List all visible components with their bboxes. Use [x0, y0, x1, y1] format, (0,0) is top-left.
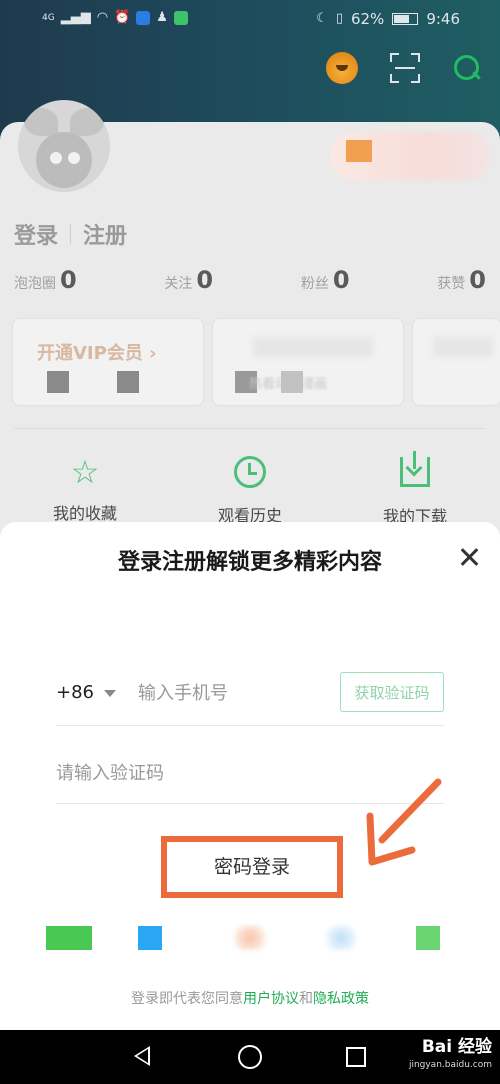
shield-app-icon: [136, 11, 151, 25]
promo-card-partial[interactable]: [412, 318, 500, 406]
quick-label: 我的收藏: [52, 504, 117, 523]
star-icon: ☆: [70, 453, 100, 491]
privacy-policy-link[interactable]: 隐私政策: [313, 991, 369, 1007]
promo-card-title-blurred: [433, 337, 493, 357]
header-actions: [326, 52, 482, 84]
agreement-prefix: 登录即代表您同意: [131, 991, 243, 1007]
social-login-row: [0, 926, 500, 956]
clock-time: 9:46: [426, 10, 460, 28]
promo-card[interactable]: 热看动画漫画: [212, 318, 404, 406]
verification-code-input[interactable]: [56, 758, 356, 788]
battery-icon: [392, 13, 419, 25]
vibrate-icon: ▯: [335, 11, 343, 26]
stat-label: 粉丝: [300, 276, 329, 292]
system-nav-bar: Bai 经验 jingyan.baidu.com: [0, 1030, 500, 1084]
signal-bars-icon: ▂▄▆: [60, 10, 91, 25]
clock-icon: [232, 456, 268, 492]
login-register-links: 登录 注册: [14, 218, 127, 250]
back-icon[interactable]: [134, 1046, 150, 1066]
stat-likes[interactable]: 获赞 0: [437, 266, 486, 294]
vip-card-title: 开通VIP会员 ›: [37, 343, 157, 364]
qq-login-icon[interactable]: [138, 926, 162, 950]
mascot-avatar-icon[interactable]: [326, 52, 358, 84]
qq-icon: ♟: [156, 10, 168, 25]
other-login-icon[interactable]: [416, 926, 440, 950]
weibo-login-icon[interactable]: [232, 926, 268, 950]
baidu-login-icon[interactable]: [324, 926, 358, 950]
status-bar: 4G ▂▄▆ ◠ ⏰ ♟ ☾ ▯ 62% 9:46: [0, 0, 500, 38]
stats-row: 泡泡圈 0 关注 0 粉丝 0 获赞 0: [14, 266, 486, 294]
promo-card-icon: [281, 371, 303, 393]
stat-fans[interactable]: 粉丝 0: [301, 266, 350, 294]
home-icon[interactable]: [238, 1045, 262, 1069]
quick-history[interactable]: 观看历史: [190, 454, 310, 526]
agreement-and: 和: [299, 991, 313, 1007]
login-sheet: 登录注册解锁更多精彩内容 +86 获取验证码 密码登录 登录即代表您同意用户协议…: [0, 522, 500, 1030]
stat-label: 泡泡圈: [14, 276, 56, 292]
vip-badge-icon: [346, 140, 372, 162]
phone-row: +86 获取验证码: [56, 670, 444, 726]
login-link[interactable]: 登录: [14, 218, 58, 250]
status-left: 4G ▂▄▆ ◠ ⏰ ♟: [42, 10, 188, 26]
stat-following[interactable]: 关注 0: [164, 266, 213, 294]
section-divider: [14, 428, 486, 429]
vip-cards-row: 开通VIP会员 › 热看动画漫画: [12, 318, 500, 406]
recent-apps-icon[interactable]: [346, 1047, 366, 1067]
download-icon: [397, 451, 433, 493]
watermark-brand: Bai 经验: [421, 1037, 492, 1057]
wifi-icon: ◠: [96, 10, 109, 25]
phone-input[interactable]: [138, 678, 328, 708]
vip-card-icon: [117, 371, 139, 393]
stat-value: 0: [469, 266, 486, 294]
quick-downloads[interactable]: 我的下载: [355, 451, 475, 527]
stat-label: 关注: [164, 276, 193, 292]
vip-card-icon: [47, 371, 69, 393]
stat-bubble-circle[interactable]: 泡泡圈 0: [14, 266, 77, 294]
search-icon[interactable]: [452, 53, 482, 83]
stat-value: 0: [332, 266, 350, 294]
user-agreement-link[interactable]: 用户协议: [243, 991, 299, 1007]
get-code-button[interactable]: 获取验证码: [340, 672, 444, 712]
promo-card-title-blurred: [253, 337, 373, 357]
scan-icon[interactable]: [390, 53, 420, 83]
user-avatar[interactable]: [18, 100, 110, 192]
watermark-url: jingyan.baidu.com: [408, 1060, 492, 1070]
country-code-select[interactable]: +86: [56, 682, 94, 703]
agreement-text: 登录即代表您同意用户协议和隐私政策: [0, 988, 500, 1008]
vip-card[interactable]: 开通VIP会员 ›: [12, 318, 204, 406]
alarm-icon: ⏰: [114, 10, 131, 25]
battery-percent: 62%: [350, 10, 385, 28]
register-link[interactable]: 注册: [83, 218, 127, 250]
password-login-button[interactable]: 密码登录: [161, 836, 343, 898]
quick-favorites[interactable]: ☆ 我的收藏: [25, 454, 145, 524]
signal-icon: 4G: [42, 13, 55, 23]
status-right: ☾ ▯ 62% 9:46: [316, 10, 460, 28]
moon-icon: ☾: [316, 11, 328, 26]
stat-label: 获赞: [437, 276, 466, 292]
close-icon[interactable]: [458, 546, 480, 568]
wechat-login-icon[interactable]: [46, 926, 92, 950]
annotation-arrow-icon: [366, 778, 442, 866]
video-app-icon: [173, 11, 188, 25]
divider: [70, 224, 72, 244]
sheet-title: 登录注册解锁更多精彩内容: [117, 550, 382, 575]
caret-down-icon[interactable]: [104, 690, 116, 697]
stat-value: 0: [196, 266, 214, 294]
stat-value: 0: [60, 266, 77, 294]
baidu-watermark: Bai 经验 jingyan.baidu.com: [409, 1038, 492, 1074]
